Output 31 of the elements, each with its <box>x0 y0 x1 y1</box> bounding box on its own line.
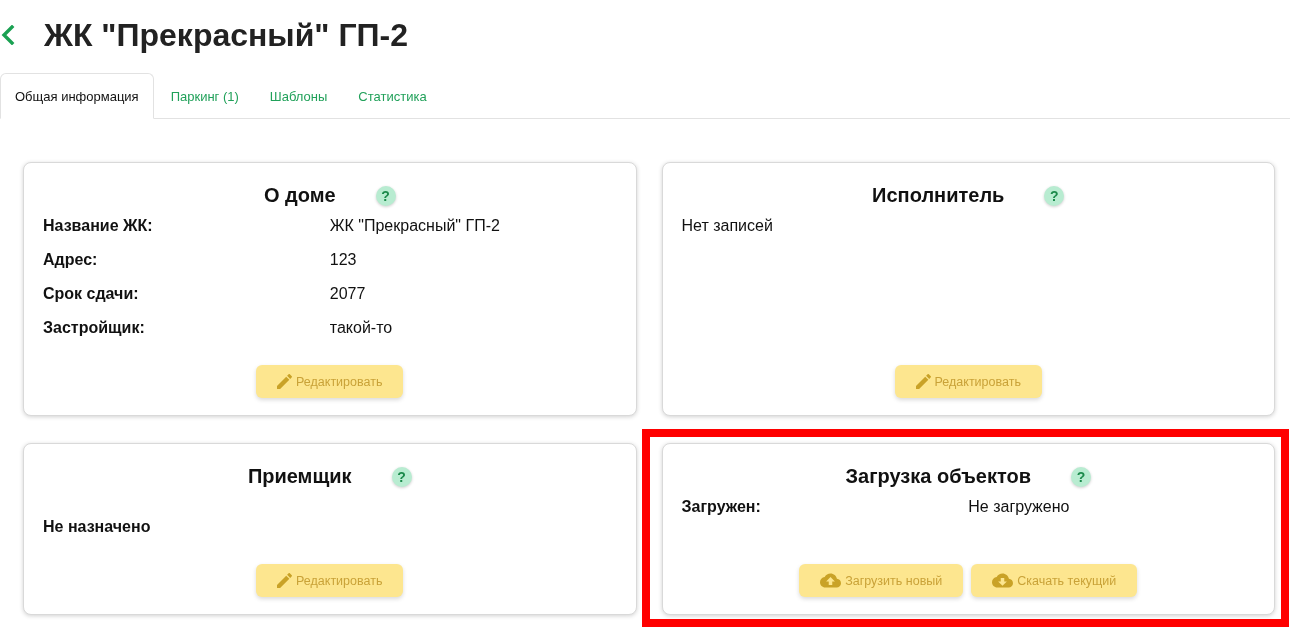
help-button[interactable]: ? <box>1044 186 1065 206</box>
pencil-icon <box>277 374 293 389</box>
field-value: Не загружено <box>968 498 1070 516</box>
empty-message: Нет записей <box>681 217 773 235</box>
field-label: Адрес: <box>43 251 98 269</box>
card-title: Загрузка объектов <box>845 464 1031 488</box>
tab[interactable]: Общая информация <box>0 73 154 119</box>
cloud-upload-icon <box>820 573 842 588</box>
field-label: Загружен: <box>681 498 761 516</box>
field-label: Застройщик: <box>43 319 145 337</box>
field-value: 123 <box>329 251 357 269</box>
pencil-icon <box>277 573 293 588</box>
tab[interactable]: Паркинг (1) <box>153 73 253 119</box>
field-label: Название ЖК: <box>43 217 153 235</box>
card-title: Исполнитель <box>872 183 1005 207</box>
pencil-icon <box>915 374 931 389</box>
field-value: такой-то <box>329 319 393 337</box>
page-title: ЖК "Прекрасный" ГП-2 <box>44 19 408 51</box>
help-button[interactable]: ? <box>1071 467 1091 487</box>
cloud-download-icon <box>992 573 1014 588</box>
field-label: Срок сдачи: <box>43 285 139 303</box>
help-button[interactable]: ? <box>375 186 396 206</box>
card-title: О доме <box>263 183 336 207</box>
field-value: ЖК "Прекрасный" ГП-2 <box>329 217 500 235</box>
tab[interactable]: Статистика <box>341 73 441 119</box>
field-value: 2077 <box>329 285 366 303</box>
card-title: Приемщик <box>247 464 352 488</box>
tab[interactable]: Шаблоны <box>252 73 342 119</box>
status-message: Не назначено <box>43 518 151 536</box>
chevron-left-icon[interactable] <box>1 25 15 45</box>
help-button[interactable]: ? <box>391 467 412 487</box>
